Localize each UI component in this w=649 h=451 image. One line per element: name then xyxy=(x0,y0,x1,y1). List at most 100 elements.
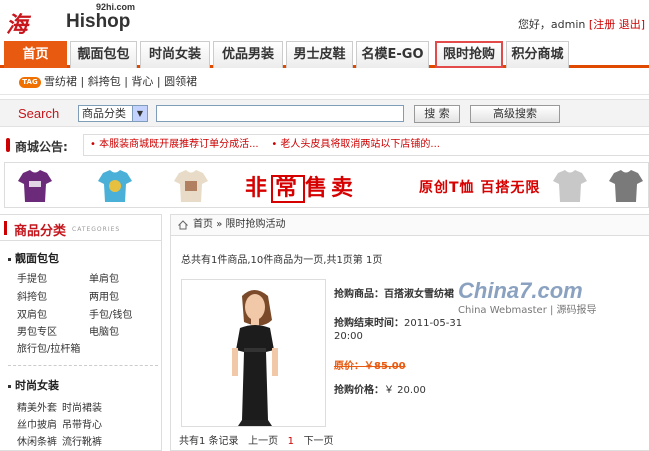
end-time-label: 抢购结束时间： xyxy=(334,318,404,329)
category-link[interactable]: 精美外套 xyxy=(17,399,57,414)
category-link[interactable]: 男包专区 xyxy=(17,323,57,338)
notice-label: 商城公告: xyxy=(15,140,68,154)
category-link[interactable]: 手提包 xyxy=(17,270,47,285)
category-sidebar: 商品分类 CATEGORIES 靓面包包 手提包 单肩包 斜挎包 两用包 双肩包… xyxy=(0,214,162,451)
chevron-down-icon[interactable]: ▼ xyxy=(132,106,147,121)
breadcrumb-current: 限时抢购活动 xyxy=(225,219,286,230)
tag-bar: TAG 雪纺裙 | 斜挎包 | 背心 | 圆领裙 xyxy=(0,69,649,95)
main-content: 首页 » 限时抢购活动 总共有1件商品,10件商品为一页,共1页第 1页 抢购商… xyxy=(170,214,649,451)
tag-link[interactable]: 斜挎包 xyxy=(88,75,121,88)
model-photo xyxy=(182,280,325,426)
search-label: Search xyxy=(18,106,60,121)
tab-bags[interactable]: 靓面包包 xyxy=(70,41,137,68)
logout-link[interactable]: 退出] xyxy=(619,18,645,31)
tshirt-icon xyxy=(18,170,52,202)
search-input[interactable] xyxy=(156,105,404,122)
category-group-title[interactable]: 靓面包包 xyxy=(8,250,59,266)
category-link[interactable]: 流行靴裤 xyxy=(62,433,102,448)
sale-price: ￥ 20.00 xyxy=(384,385,426,396)
tab-shoes[interactable]: 男士皮鞋 xyxy=(286,41,353,68)
divider xyxy=(8,365,158,366)
sidebar-header-bar xyxy=(4,221,7,235)
main-nav: 首页 靓面包包 时尚女装 优品男装 男士皮鞋 名模E-GO 限时抢购 积分商城 xyxy=(0,38,649,68)
product-name[interactable]: 百搭淑女雪纺裙 xyxy=(384,289,454,300)
original-price-label: 原价： xyxy=(334,361,364,372)
category-select[interactable]: 商品分类 ▼ xyxy=(78,105,148,122)
watermark-text: China Webmaster | 源码报导 xyxy=(458,305,597,316)
breadcrumb-sep: » xyxy=(216,219,223,230)
category-link[interactable]: 两用包 xyxy=(89,288,119,303)
category-link[interactable]: 斜挎包 xyxy=(17,288,47,303)
home-icon xyxy=(178,220,188,230)
notice-scroller: • 本服装商城既开展推荐订单分成活... • 老人头皮具将取消两站以下店铺的..… xyxy=(83,134,649,156)
tab-womens[interactable]: 时尚女装 xyxy=(140,41,210,68)
tag-link[interactable]: 圆领裙 xyxy=(164,75,197,88)
tab-ego[interactable]: 名模E-GO xyxy=(356,41,429,68)
advanced-search-button[interactable]: 高级搜索 xyxy=(470,105,560,123)
logo-en-text: Hishop xyxy=(66,11,131,32)
product-image[interactable] xyxy=(181,279,326,427)
pager-current[interactable]: 1 xyxy=(288,436,294,447)
sale-price-row: 抢购价格：￥ 20.00 xyxy=(334,381,426,396)
original-price-row: 原价：￥85.00 xyxy=(334,357,406,372)
original-price: 原价：￥85.00 xyxy=(334,361,406,372)
banner-post: 售卖 xyxy=(305,176,358,201)
tag-links: 雪纺裙 | 斜挎包 | 背心 | 圆领裙 xyxy=(44,75,198,88)
banner-subtitle: 原创T恤 百搭无限 xyxy=(419,180,541,196)
tab-home[interactable]: 首页 xyxy=(4,41,67,68)
tshirt-icon xyxy=(609,170,643,202)
category-link[interactable]: 旅行包/拉杆箱 xyxy=(17,340,80,355)
greeting: 您好，admin xyxy=(517,18,586,31)
category-link[interactable]: 电脑包 xyxy=(89,323,119,338)
pager-prev[interactable]: 上一页 xyxy=(248,436,278,447)
banner-box: 常 xyxy=(271,175,306,203)
tag-link[interactable]: 背心 xyxy=(131,75,153,88)
tshirt-icon xyxy=(174,170,208,202)
search-button[interactable]: 搜 索 xyxy=(414,105,460,123)
sidebar-subtitle: CATEGORIES xyxy=(72,226,121,233)
tab-flash-sale[interactable]: 限时抢购 xyxy=(435,41,503,68)
breadcrumb-home[interactable]: 首页 xyxy=(193,219,213,230)
end-date: 2011-05-31 xyxy=(404,318,463,329)
tag-badge: TAG xyxy=(19,77,41,88)
sidebar-title: 商品分类 xyxy=(14,224,67,239)
pagination: 共有1 条记录 上一页 1 下一页 xyxy=(179,432,334,447)
notice-bar: 商城公告: • 本服装商城既开展推荐订单分成活... • 老人头皮具将取消两站以… xyxy=(0,134,649,156)
banner-pre: 非 xyxy=(245,176,272,201)
register-link[interactable]: [注册 xyxy=(589,18,615,31)
banner-headline: 非常售卖 xyxy=(245,170,357,203)
category-link[interactable]: 单肩包 xyxy=(89,270,119,285)
category-link[interactable]: 手包/钱包 xyxy=(89,306,132,321)
result-summary: 总共有1件商品,10件商品为一页,共1页第 1页 xyxy=(181,255,383,266)
tab-mens[interactable]: 优品男装 xyxy=(213,41,283,68)
pager-total: 共有1 条记录 xyxy=(179,436,239,447)
end-time-clock: 20:00 xyxy=(334,331,363,342)
end-time-row: 抢购结束时间：2011-05-31 xyxy=(334,314,462,329)
promo-banner[interactable]: 非常售卖 原创T恤 百搭无限 xyxy=(4,162,649,208)
category-select-value: 商品分类 xyxy=(82,107,126,120)
tab-points-mall[interactable]: 积分商城 xyxy=(506,41,569,68)
search-bar: Search 商品分类 ▼ 搜 索 高级搜索 xyxy=(0,99,649,127)
category-link[interactable]: 吊带背心 xyxy=(62,416,102,431)
tshirt-icon xyxy=(98,170,132,202)
category-group-title[interactable]: 时尚女装 xyxy=(8,377,59,393)
product-name-label: 抢购商品： xyxy=(334,289,384,300)
original-price-value: ￥85.00 xyxy=(364,361,406,372)
category-link[interactable]: 时尚裙装 xyxy=(62,399,102,414)
user-bar: 您好，admin [注册 退出] xyxy=(518,16,645,32)
notice-icon xyxy=(6,138,10,152)
product-name-row: 抢购商品：百搭淑女雪纺裙 xyxy=(334,285,454,300)
logo-domain: 92hi.com xyxy=(96,2,136,12)
category-link[interactable]: 双肩包 xyxy=(17,306,47,321)
breadcrumb: 首页 » 限时抢购活动 xyxy=(171,215,649,236)
category-link[interactable]: 休闲条裤 xyxy=(17,433,57,448)
sidebar-header: 商品分类 CATEGORIES xyxy=(0,215,161,241)
sale-price-label: 抢购价格： xyxy=(334,385,384,396)
tshirt-icon xyxy=(553,170,587,202)
watermark: China7.com China Webmaster | 源码报导 xyxy=(458,278,597,316)
notice-item[interactable]: • 本服装商城既开展推荐订单分成活... xyxy=(90,139,259,150)
category-link[interactable]: 丝巾披肩 xyxy=(17,416,57,431)
tag-link[interactable]: 雪纺裙 xyxy=(44,75,77,88)
notice-item[interactable]: • 老人头皮具将取消两站以下店铺的... xyxy=(271,139,440,150)
pager-next[interactable]: 下一页 xyxy=(304,436,334,447)
